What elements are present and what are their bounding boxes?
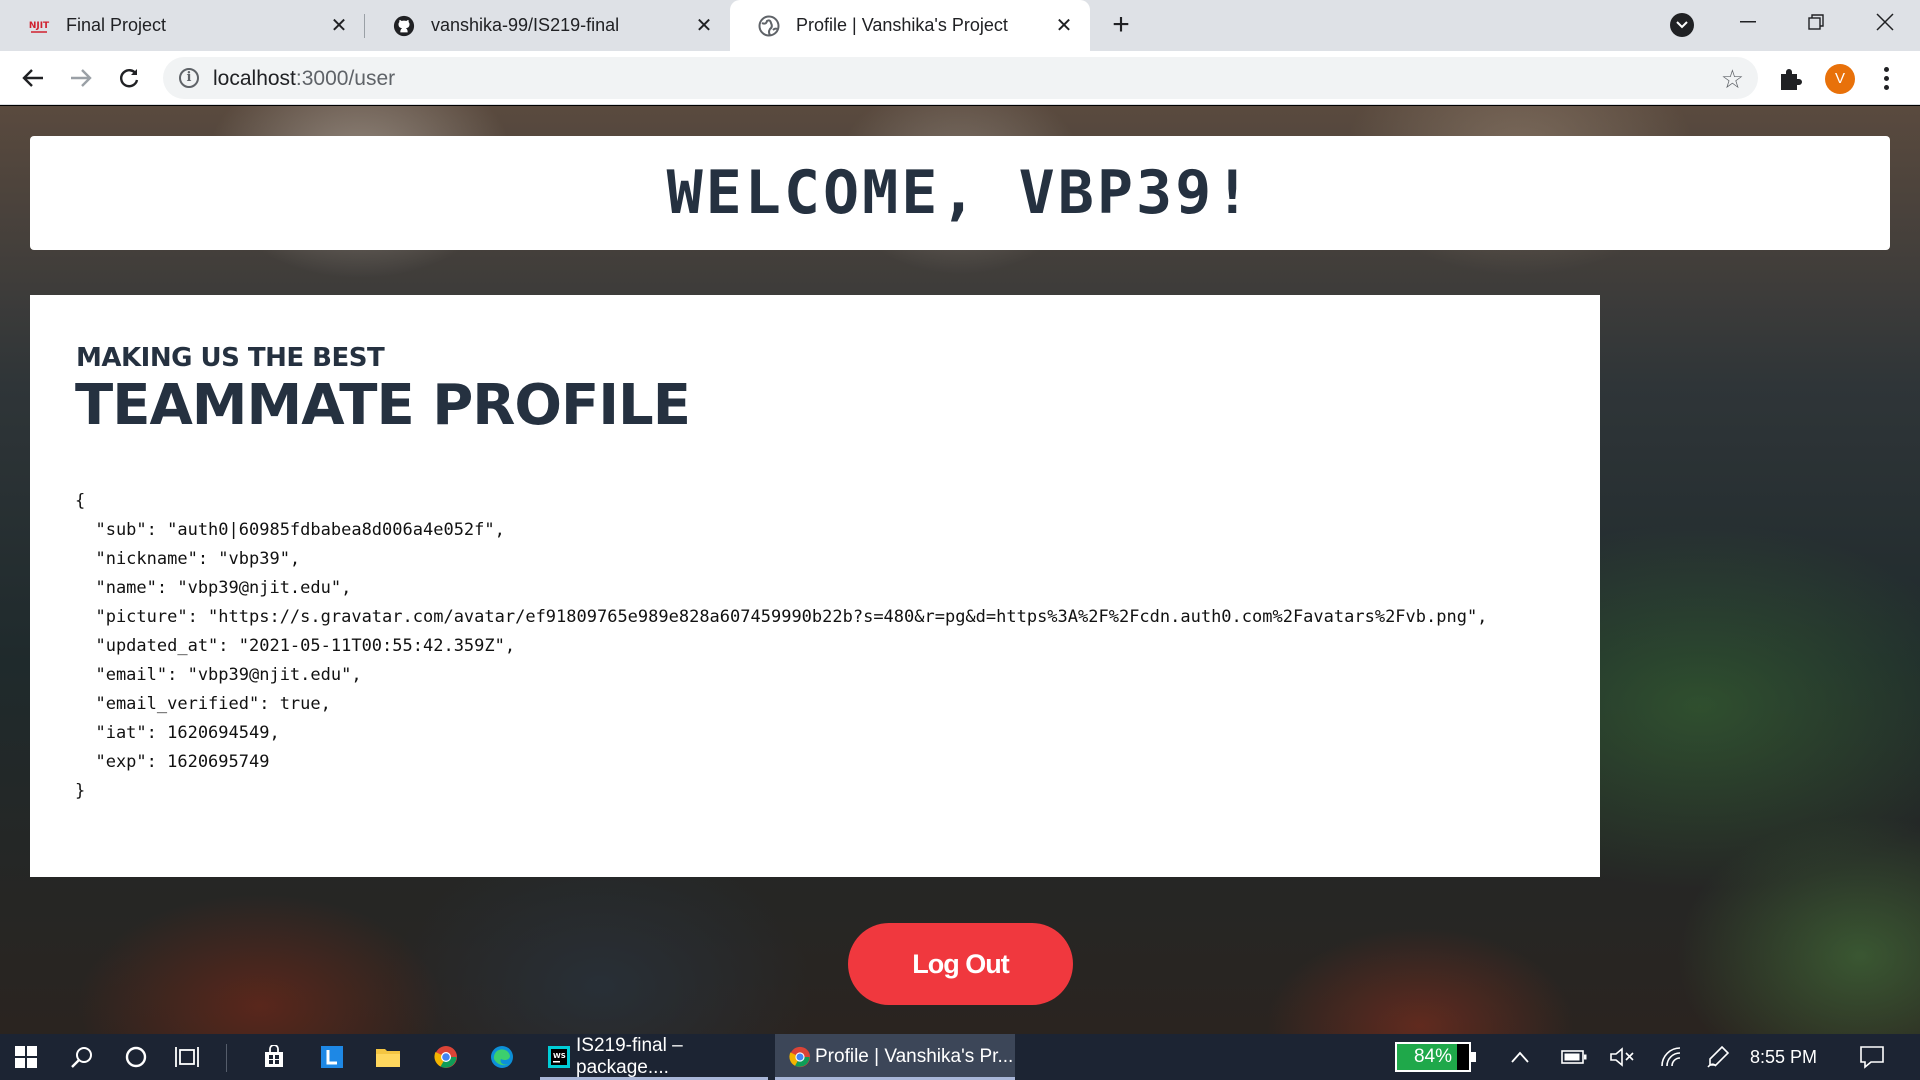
github-icon — [393, 15, 415, 37]
wifi-icon[interactable] — [1652, 1034, 1692, 1080]
page-viewport: WELCOME, VBP39! MAKING US THE BEST TEAMM… — [0, 106, 1920, 1034]
file-explorer-icon[interactable] — [362, 1034, 414, 1080]
welcome-banner: WELCOME, VBP39! — [30, 136, 1890, 250]
store-icon[interactable] — [248, 1034, 300, 1080]
reload-button[interactable] — [112, 61, 146, 95]
tab-profile[interactable]: Profile | Vanshika's Project ✕ — [730, 0, 1090, 51]
close-icon[interactable]: ✕ — [327, 14, 351, 38]
edge-icon[interactable] — [476, 1034, 528, 1080]
extensions-puzzle-icon[interactable] — [1776, 65, 1804, 93]
profile-avatar[interactable]: V — [1825, 64, 1855, 94]
section-kicker: MAKING US THE BEST — [76, 343, 385, 373]
close-icon[interactable]: ✕ — [1052, 14, 1076, 38]
back-button[interactable] — [16, 61, 50, 95]
svg-text:NJIT: NJIT — [29, 21, 50, 31]
browser-menu-icon[interactable] — [1876, 63, 1896, 93]
url-text: localhost:3000/user — [213, 67, 396, 90]
logout-button[interactable]: Log Out — [848, 923, 1073, 1005]
webstorm-icon: WS — [548, 1046, 570, 1068]
chevron-up-icon[interactable] — [1500, 1034, 1540, 1080]
tab-strip: NJIT Final Project ✕ vanshika-99/IS219-f… — [0, 0, 1920, 51]
battery-indicator[interactable]: 84% — [1395, 1042, 1476, 1072]
windows-start-icon[interactable] — [0, 1034, 52, 1080]
svg-text:WS: WS — [553, 1052, 566, 1060]
cortana-icon[interactable] — [110, 1034, 162, 1080]
tab-title: Final Project — [66, 15, 167, 35]
minimize-button[interactable] — [1718, 0, 1778, 44]
browser-toolbar: i localhost:3000/user ☆ V — [0, 51, 1920, 105]
window-close-button[interactable] — [1855, 0, 1915, 44]
search-icon[interactable] — [56, 1034, 108, 1080]
chrome-icon[interactable] — [420, 1034, 472, 1080]
close-icon[interactable]: ✕ — [692, 14, 716, 38]
restore-button[interactable] — [1786, 0, 1846, 44]
volume-muted-icon[interactable] — [1602, 1034, 1642, 1080]
taskbar-divider — [226, 1044, 227, 1072]
tab-github-repo[interactable]: vanshika-99/IS219-final ✕ — [365, 0, 730, 51]
notifications-icon[interactable] — [1846, 1034, 1898, 1080]
address-bar[interactable]: i localhost:3000/user ☆ — [163, 57, 1758, 99]
profile-card: MAKING US THE BEST TEAMMATE PROFILE { "s… — [30, 295, 1600, 877]
taskbar-app-chrome[interactable]: Profile | Vanshika's Pr... — [775, 1034, 1015, 1080]
task-view-icon[interactable] — [162, 1034, 214, 1080]
taskbar-app-webstorm[interactable]: WS IS219-final – package.... — [540, 1034, 768, 1080]
launcher-l-icon[interactable] — [306, 1034, 358, 1080]
pen-ink-icon[interactable] — [1698, 1034, 1738, 1080]
tab-title: vanshika-99/IS219-final — [431, 15, 620, 35]
taskbar-clock[interactable]: 8:55 PM — [1750, 1034, 1817, 1080]
bookmark-star-icon[interactable]: ☆ — [1721, 64, 1744, 95]
njit-logo-icon: NJIT — [28, 15, 50, 37]
welcome-title: WELCOME, VBP39! — [666, 158, 1254, 228]
globe-icon — [758, 15, 780, 37]
taskbar-app-title: Profile | Vanshika's Pr... — [815, 1046, 1014, 1067]
tab-title: Profile | Vanshika's Project — [796, 15, 1008, 35]
power-status-icon[interactable] — [1554, 1034, 1594, 1080]
site-info-icon[interactable]: i — [179, 68, 199, 88]
page-title: TEAMMATE PROFILE — [75, 373, 691, 438]
battery-percent: 84% — [1413, 1046, 1453, 1067]
tab-final-project[interactable]: NJIT Final Project ✕ — [0, 0, 365, 51]
chrome-icon — [789, 1046, 811, 1068]
new-tab-button[interactable]: + — [1106, 10, 1136, 41]
profile-json: { "sub": "auth0|60985fdbabea8d006a4e052f… — [75, 491, 1488, 801]
taskbar: WS IS219-final – package.... Profile | V… — [0, 1034, 1920, 1080]
battery-nub — [1471, 1052, 1476, 1062]
forward-button[interactable] — [64, 61, 98, 95]
taskbar-app-title: IS219-final – package.... — [576, 1035, 683, 1078]
tab-search-icon[interactable] — [1670, 13, 1694, 37]
